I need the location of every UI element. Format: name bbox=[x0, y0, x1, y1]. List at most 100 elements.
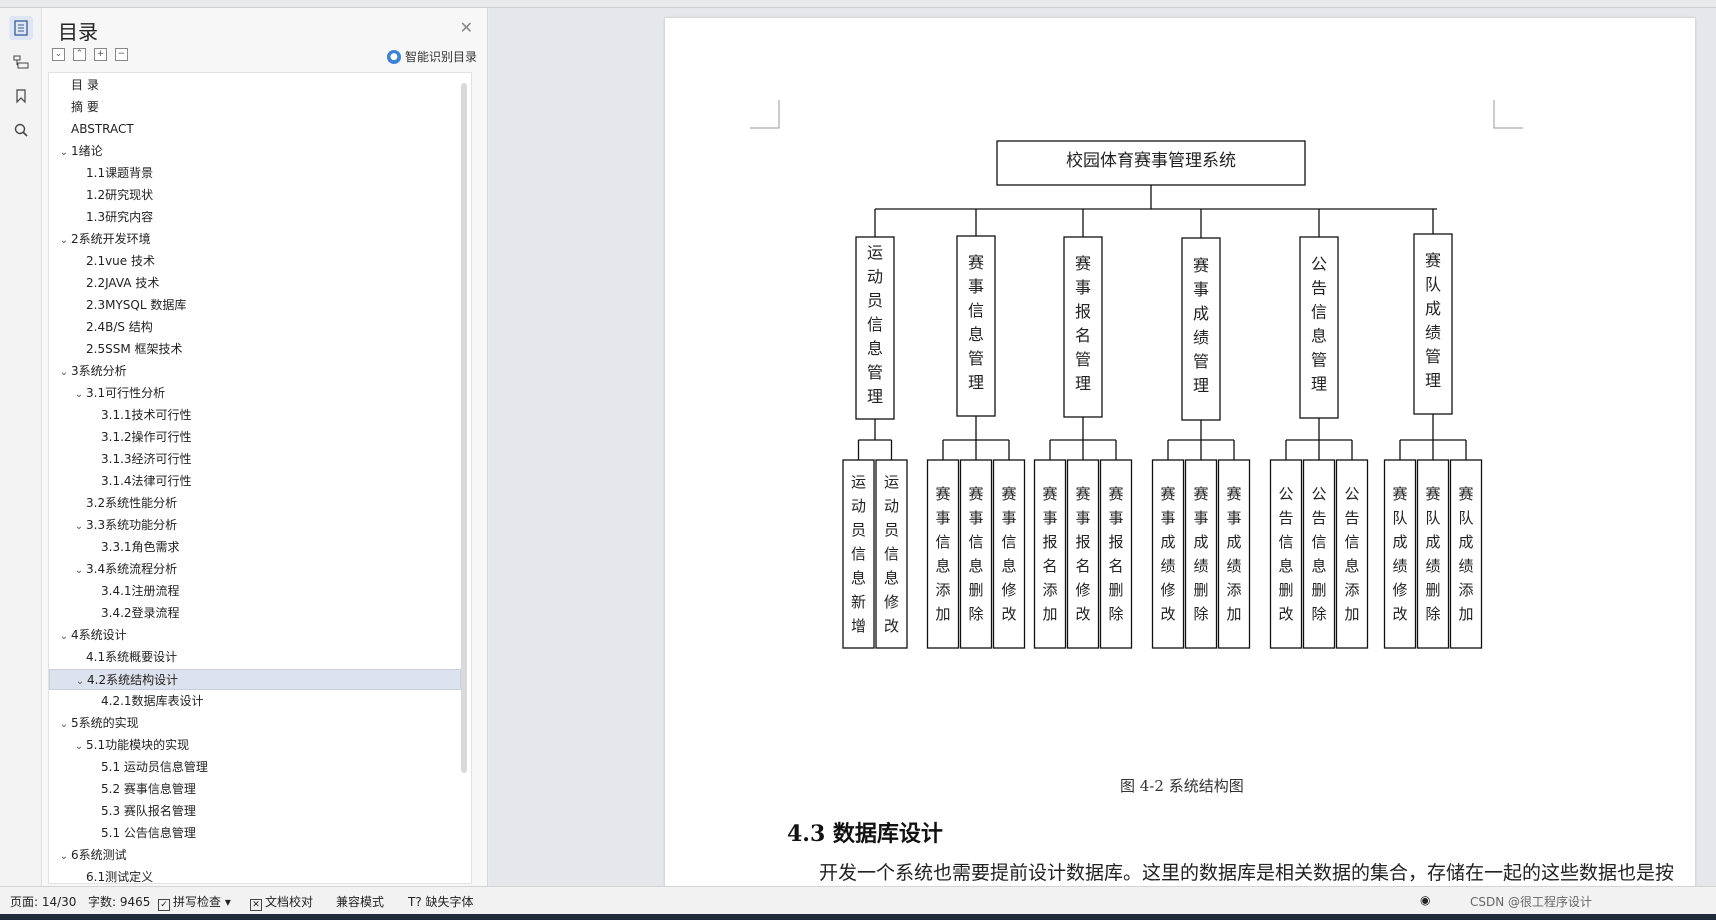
svg-text:报: 报 bbox=[1108, 533, 1123, 551]
spell-check-button[interactable]: ✓ 拼写检查 ▾ bbox=[158, 893, 231, 911]
chevron-down-icon[interactable]: ⌄ bbox=[57, 714, 71, 735]
plus-icon[interactable]: + bbox=[94, 48, 107, 61]
chevron-down-icon[interactable]: ⌄ bbox=[72, 736, 86, 757]
toc-item[interactable]: ⌄ 4系统设计 bbox=[49, 625, 461, 646]
svg-text:绩: 绩 bbox=[1193, 328, 1209, 347]
svg-text:成: 成 bbox=[1226, 533, 1241, 551]
chevron-down-icon[interactable]: ⌄ bbox=[72, 560, 86, 581]
toc-item[interactable]: 3.2系统性能分析 bbox=[49, 493, 461, 514]
toc-item[interactable]: 5.1 运动员信息管理 bbox=[49, 757, 461, 778]
chevron-down-icon[interactable]: ⌄ bbox=[57, 362, 71, 383]
svg-text:赛: 赛 bbox=[1458, 485, 1473, 503]
close-icon[interactable]: ✕ bbox=[460, 18, 473, 37]
toc-item[interactable]: 5.3 赛队报名管理 bbox=[49, 801, 461, 822]
word-count[interactable]: 字数: 9465 bbox=[88, 893, 150, 910]
svg-text:理: 理 bbox=[1425, 371, 1441, 390]
structure-icon[interactable] bbox=[9, 50, 33, 74]
watermark-text: CSDN @很工程序设计 bbox=[1470, 895, 1593, 909]
doc-check-button[interactable]: ✕ 文档校对 bbox=[250, 893, 313, 911]
chevron-down-icon[interactable]: ⌄ bbox=[72, 384, 86, 405]
toc-item-label: 2.5SSM 框架技术 bbox=[86, 342, 183, 356]
toc-item[interactable]: 3.4.2登录流程 bbox=[49, 603, 461, 624]
toc-item[interactable]: 2.1vue 技术 bbox=[49, 251, 461, 272]
toc-item-label: 5.1 运动员信息管理 bbox=[101, 760, 208, 774]
expand-up-icon[interactable]: ⌃ bbox=[73, 48, 86, 61]
toc-item[interactable]: ⌄ 3.4系统流程分析 bbox=[49, 559, 461, 580]
toc-item[interactable]: 4.2.1数据库表设计 bbox=[49, 691, 461, 712]
svg-text:息: 息 bbox=[1311, 327, 1327, 346]
toc-item[interactable]: 摘 要 bbox=[49, 97, 461, 118]
toc-item[interactable]: ⌄ 3.1可行性分析 bbox=[49, 383, 461, 404]
svg-text:改: 改 bbox=[1075, 605, 1090, 623]
svg-text:信: 信 bbox=[851, 545, 866, 563]
toc-item-label: 3.4系统流程分析 bbox=[86, 562, 178, 576]
compat-mode[interactable]: 兼容模式 bbox=[336, 893, 384, 910]
toc-item-label: 3.1.2操作可行性 bbox=[101, 430, 192, 444]
toc-item[interactable]: 1.3研究内容 bbox=[49, 207, 461, 228]
svg-text:赛: 赛 bbox=[1193, 256, 1209, 275]
toc-item[interactable]: 4.1系统概要设计 bbox=[49, 647, 461, 668]
toc-item[interactable]: 3.3.1角色需求 bbox=[49, 537, 461, 558]
toc-item[interactable]: ⌄ 1绪论 bbox=[49, 141, 461, 162]
toc-item[interactable]: 目 录 bbox=[49, 75, 461, 96]
svg-text:事: 事 bbox=[968, 509, 983, 527]
svg-text:名: 名 bbox=[1075, 326, 1091, 345]
svg-text:赛: 赛 bbox=[1425, 485, 1440, 503]
bookmark-icon[interactable] bbox=[9, 84, 33, 108]
toc-icon[interactable] bbox=[9, 16, 33, 40]
toc-item[interactable]: 5.1 公告信息管理 bbox=[49, 823, 461, 844]
svg-text:信: 信 bbox=[884, 545, 899, 563]
chevron-down-icon[interactable]: ⌄ bbox=[73, 671, 87, 692]
chevron-down-icon[interactable]: ⌄ bbox=[72, 516, 86, 537]
chevron-down-icon[interactable]: ⌄ bbox=[57, 626, 71, 647]
toc-item[interactable]: ⌄ 3系统分析 bbox=[49, 361, 461, 382]
toc-item[interactable]: 5.2 赛事信息管理 bbox=[49, 779, 461, 800]
toc-item[interactable]: 3.1.4法律可行性 bbox=[49, 471, 461, 492]
svg-text:理: 理 bbox=[867, 387, 883, 406]
toc-item[interactable]: 3.1.3经济可行性 bbox=[49, 449, 461, 470]
toc-item[interactable]: 3.4.1注册流程 bbox=[49, 581, 461, 602]
toc-item[interactable]: 6.1测试定义 bbox=[49, 867, 461, 883]
svg-text:添: 添 bbox=[1458, 581, 1473, 599]
toc-item[interactable]: ⌄ 5.1功能模块的实现 bbox=[49, 735, 461, 756]
page-indicator[interactable]: 页面: 14/30 bbox=[10, 893, 76, 910]
search-icon[interactable] bbox=[9, 118, 33, 142]
chevron-down-icon[interactable]: ⌄ bbox=[57, 230, 71, 251]
x-box-icon: ✕ bbox=[250, 899, 262, 911]
toc-item[interactable]: 2.2JAVA 技术 bbox=[49, 273, 461, 294]
toc-toolbar: ⌄ ⌃ + − bbox=[52, 48, 128, 61]
root-label: 校园体育赛事管理系统 bbox=[1066, 150, 1236, 171]
toc-item[interactable]: ABSTRACT bbox=[49, 119, 461, 140]
svg-text:成: 成 bbox=[1160, 533, 1175, 551]
toc-scrollbar[interactable] bbox=[461, 83, 467, 773]
chevron-down-icon[interactable]: ⌄ bbox=[57, 142, 71, 163]
smart-toc-button[interactable]: ● 智能识别目录 bbox=[386, 48, 477, 65]
toc-item[interactable]: ⌄ 6系统测试 bbox=[49, 845, 461, 866]
toc-item[interactable]: ⌄ 2系统开发环境 bbox=[49, 229, 461, 250]
toc-item[interactable]: 3.1.2操作可行性 bbox=[49, 427, 461, 448]
toc-item[interactable]: 1.2研究现状 bbox=[49, 185, 461, 206]
minus-icon[interactable]: − bbox=[115, 48, 128, 61]
toc-item[interactable]: 3.1.1技术可行性 bbox=[49, 405, 461, 426]
svg-text:成: 成 bbox=[1193, 304, 1209, 323]
missing-font-button[interactable]: T? 缺失字体 bbox=[408, 893, 474, 910]
toc-item[interactable]: ⌄ 4.2系统结构设计 bbox=[49, 669, 461, 690]
toc-item[interactable]: 2.5SSM 框架技术 bbox=[49, 339, 461, 360]
collapse-icon[interactable]: ⌄ bbox=[52, 48, 65, 61]
toc-item[interactable]: 2.4B/S 结构 bbox=[49, 317, 461, 338]
toc-item[interactable]: ⌄ 5系统的实现 bbox=[49, 713, 461, 734]
svg-text:修: 修 bbox=[884, 593, 899, 611]
chevron-down-icon[interactable]: ⌄ bbox=[57, 846, 71, 867]
svg-text:事: 事 bbox=[935, 509, 950, 527]
svg-text:绩: 绩 bbox=[1425, 323, 1441, 342]
eye-icon[interactable]: ◉ bbox=[1420, 893, 1430, 907]
svg-text:成: 成 bbox=[1425, 533, 1440, 551]
svg-text:添: 添 bbox=[1226, 581, 1241, 599]
svg-text:事: 事 bbox=[1075, 509, 1090, 527]
svg-text:删: 删 bbox=[968, 581, 983, 599]
toc-item[interactable]: 1.1课题背景 bbox=[49, 163, 461, 184]
toc-item[interactable]: ⌄ 3.3系统功能分析 bbox=[49, 515, 461, 536]
svg-text:管: 管 bbox=[1425, 347, 1441, 366]
toc-item[interactable]: 2.3MYSQL 数据库 bbox=[49, 295, 461, 316]
svg-text:加: 加 bbox=[1344, 605, 1359, 623]
